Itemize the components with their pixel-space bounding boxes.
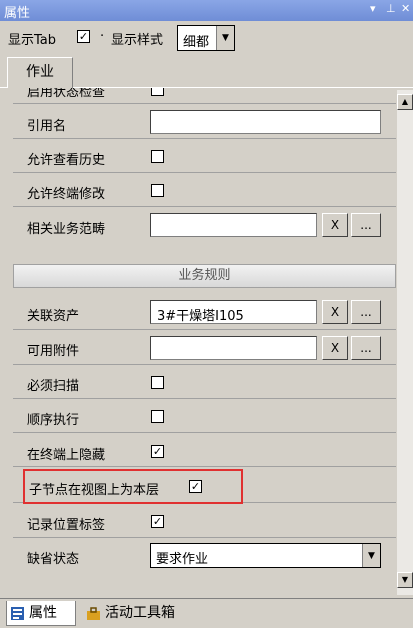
must-scan-label: 必须扫描 — [27, 379, 80, 394]
business-scope-label: 相关业务范畴 — [27, 222, 106, 237]
close-icon[interactable]: ✕ — [401, 2, 410, 15]
style-select-value: 细都 — [183, 35, 210, 50]
browse-button[interactable]: ... — [351, 336, 381, 360]
allow-terminal-edit-checkbox[interactable] — [151, 184, 164, 197]
sequential-label: 顺序执行 — [27, 413, 80, 428]
scroll-up-icon[interactable]: ▲ — [397, 94, 413, 110]
chevron-down-icon[interactable]: ▼ — [216, 26, 234, 50]
window-title: 属性 — [4, 6, 31, 21]
allow-history-label: 允许查看历史 — [27, 153, 106, 168]
tab-properties[interactable]: 属性 — [6, 601, 76, 626]
divider — [13, 432, 396, 433]
highlight-box — [23, 469, 243, 504]
tab-properties-label: 属性 — [29, 605, 57, 621]
enable-status-check-label: 启用状态检查 — [27, 88, 106, 100]
pin-icon[interactable]: ⊥ — [386, 2, 396, 15]
record-location-tag-label: 记录位置标签 — [27, 518, 106, 533]
clear-button[interactable]: X — [322, 336, 348, 360]
record-location-tag-checkbox[interactable]: ✓ — [151, 515, 164, 528]
tab-bar: 作业 — [0, 54, 413, 88]
browse-button[interactable]: ... — [351, 213, 381, 237]
default-status-select[interactable]: 要求作业 ▼ — [150, 543, 381, 568]
divider — [13, 537, 396, 538]
must-scan-checkbox[interactable] — [151, 376, 164, 389]
hide-on-terminal-label: 在终端上隐藏 — [27, 448, 106, 463]
chevron-down-icon[interactable]: ▼ — [362, 544, 380, 567]
allow-terminal-edit-label: 允许终端修改 — [27, 187, 106, 202]
divider — [13, 103, 396, 104]
section-business-rules[interactable]: 业务规则 — [13, 264, 396, 288]
divider — [13, 206, 396, 207]
window-title-bar: 属性 ▾ ⊥ ✕ — [0, 0, 413, 21]
tab-toolbox-label: 活动工具箱 — [105, 605, 175, 621]
properties-icon — [11, 607, 24, 620]
show-tab-checkbox[interactable]: ✓ — [77, 30, 90, 43]
property-grid: 启用状态检查 引用名 允许查看历史 允许终端修改 相关业务范畴 X ... 业务… — [13, 88, 396, 596]
hide-on-terminal-checkbox[interactable]: ✓ — [151, 445, 164, 458]
toolbar: 显示Tab ✓ · 显示样式 细都 ▼ — [0, 21, 413, 54]
show-style-label: 显示样式 — [111, 33, 164, 48]
available-attachments-label: 可用附件 — [27, 344, 80, 359]
dropdown-icon[interactable]: ▾ — [370, 2, 376, 15]
business-scope-input[interactable] — [150, 213, 317, 237]
vertical-scrollbar[interactable]: ▲ ▼ — [397, 90, 413, 595]
default-status-value: 要求作业 — [156, 552, 209, 567]
linked-asset-input[interactable]: 3#干燥塔I105 — [150, 300, 317, 324]
scroll-down-icon[interactable]: ▼ — [397, 572, 413, 588]
divider — [13, 138, 396, 139]
clear-button[interactable]: X — [322, 300, 348, 324]
clear-button[interactable]: X — [322, 213, 348, 237]
show-tab-label: 显示Tab — [8, 33, 57, 48]
divider — [13, 364, 396, 365]
divider — [13, 172, 396, 173]
tab-toolbox[interactable]: 活动工具箱 — [83, 601, 193, 626]
reference-name-label: 引用名 — [27, 119, 67, 134]
tab-job[interactable]: 作业 — [7, 57, 73, 88]
linked-asset-label: 关联资产 — [27, 309, 80, 324]
divider — [13, 466, 396, 467]
allow-history-checkbox[interactable] — [151, 150, 164, 163]
bottom-tab-bar: 属性 活动工具箱 — [0, 598, 413, 628]
enable-status-check-checkbox[interactable] — [151, 88, 164, 96]
reference-name-input[interactable] — [150, 110, 381, 134]
style-select[interactable]: 细都 ▼ — [177, 25, 235, 51]
available-attachments-input[interactable] — [150, 336, 317, 360]
sequential-checkbox[interactable] — [151, 410, 164, 423]
divider — [13, 398, 396, 399]
browse-button[interactable]: ... — [351, 300, 381, 324]
divider — [13, 329, 396, 330]
toolbox-icon — [87, 607, 100, 620]
separator: · — [100, 29, 105, 44]
default-status-label: 缺省状态 — [27, 552, 80, 567]
